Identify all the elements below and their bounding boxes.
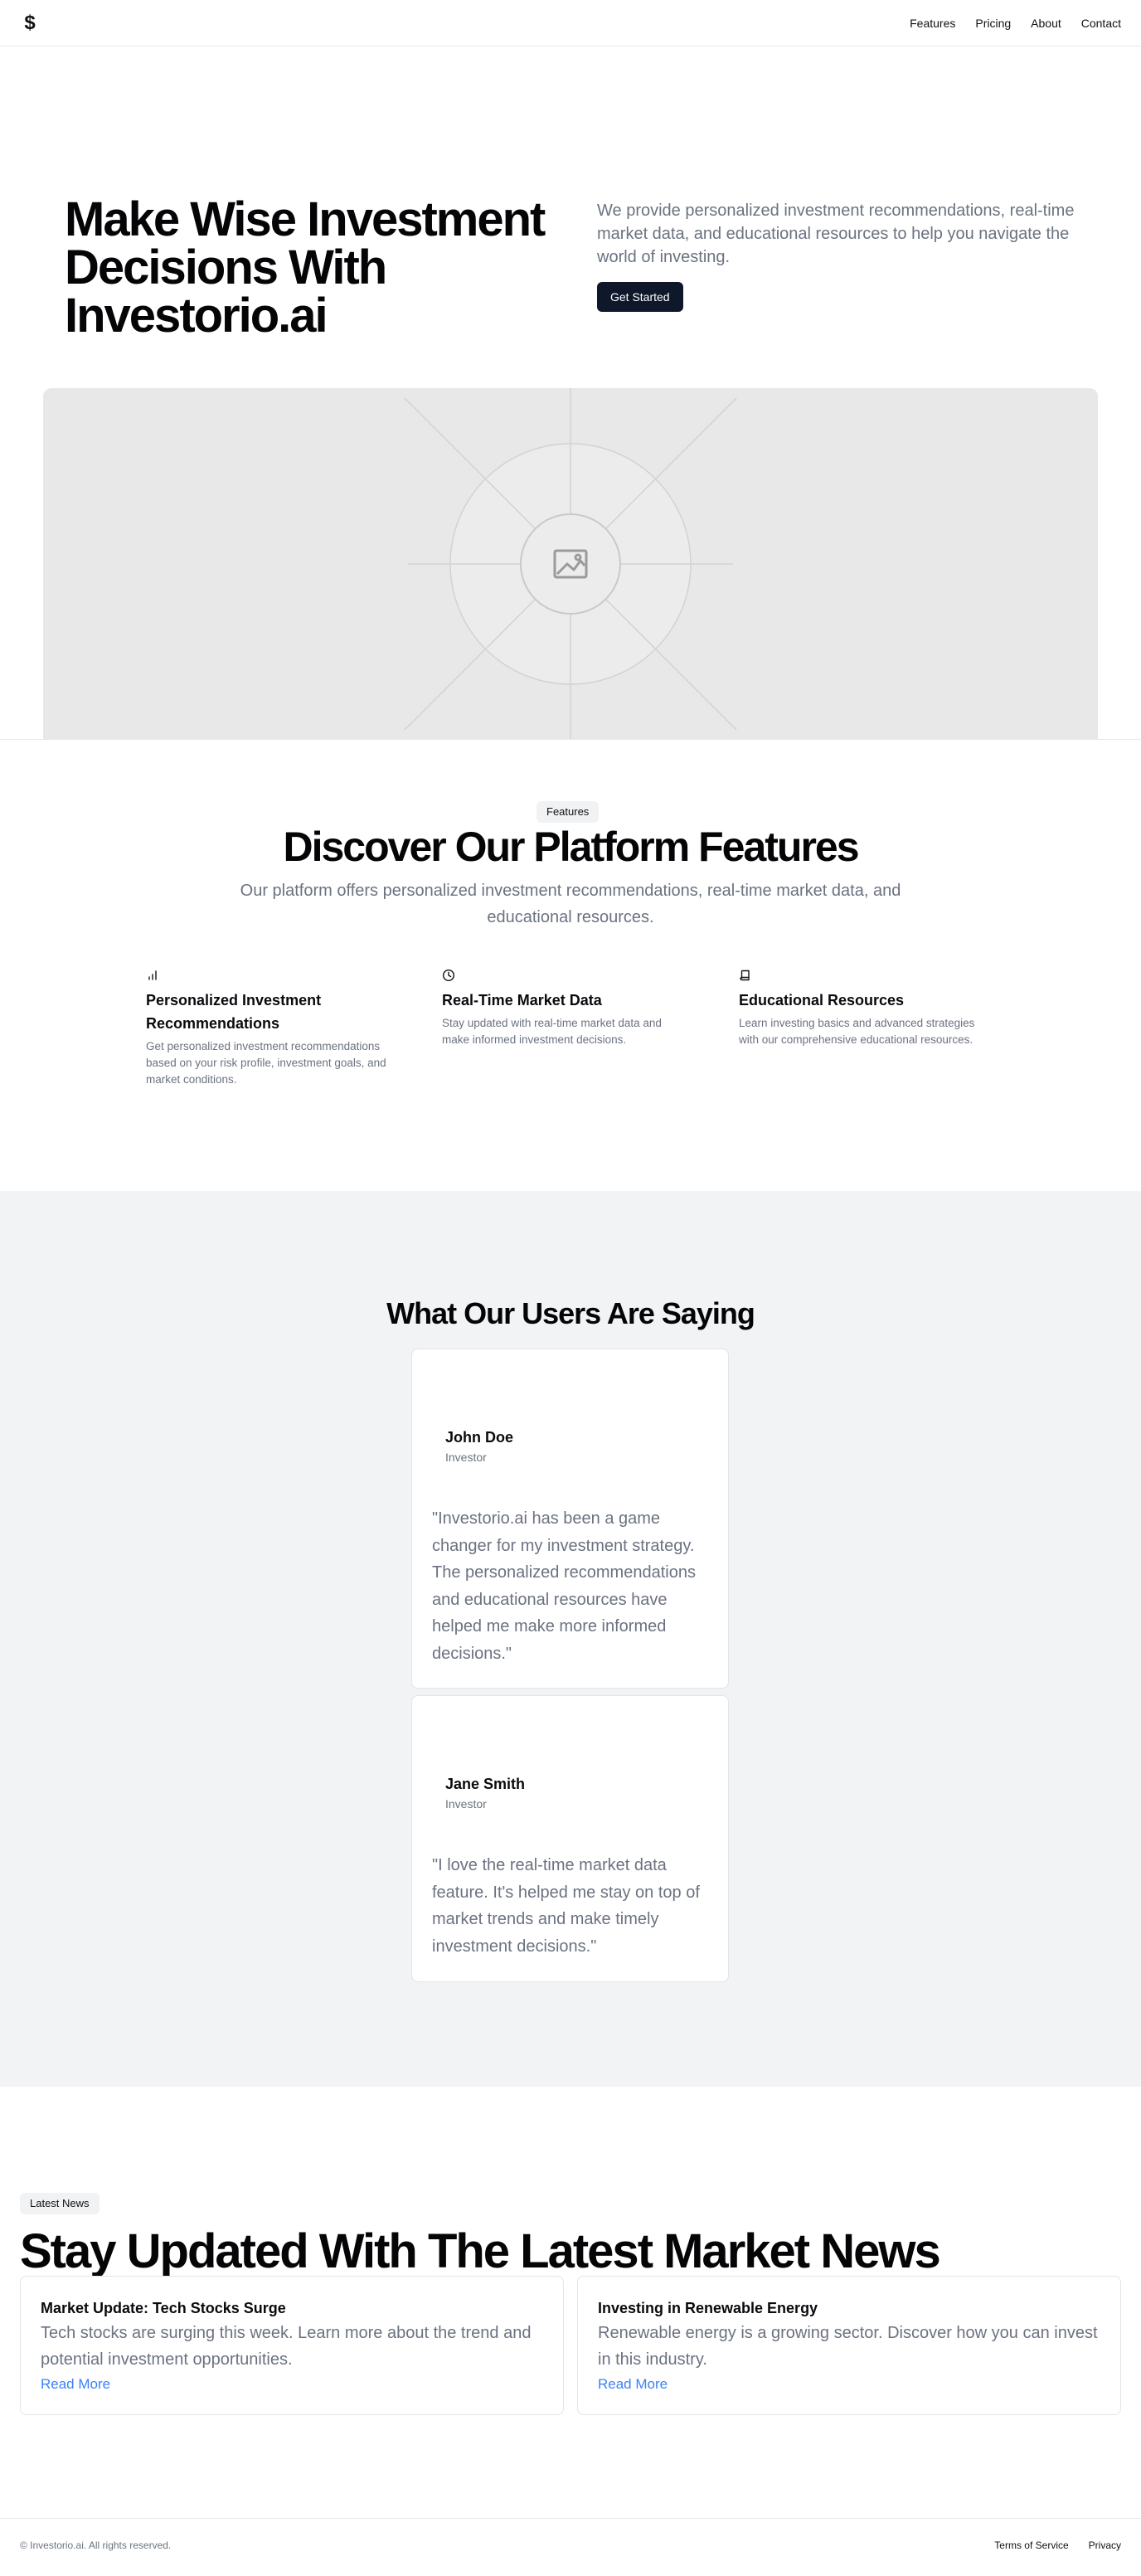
feature-card: Educational Resources Learn investing ba…: [739, 969, 988, 1048]
hero-image-placeholder: [43, 388, 1098, 740]
feature-card: Personalized Investment Recommendations …: [146, 969, 395, 1088]
hero-description: We provide personalized investment recom…: [597, 202, 1075, 266]
features-section: Features Discover Our Platform Features …: [0, 693, 1141, 1191]
feature-description: Stay updated with real-time market data …: [442, 1017, 662, 1046]
privacy-link[interactable]: Privacy: [1089, 2539, 1121, 2552]
nav-link-contact[interactable]: Contact: [1081, 17, 1121, 30]
book-icon: [740, 970, 750, 981]
news-card: Investing in Renewable Energy Renewable …: [577, 2276, 1121, 2415]
features-title: Discover Our Platform Features: [283, 824, 859, 870]
news-badge: Latest News: [20, 2193, 100, 2214]
testimonial-quote: "I love the real-time market data featur…: [432, 1856, 700, 1956]
hero-section: Make Wise Investment Decisions With Inve…: [0, 46, 1141, 740]
feature-description: Learn investing basics and advanced stra…: [739, 1017, 975, 1046]
news-section: Latest News Stay Updated With The Latest…: [0, 2087, 1141, 2518]
footer-links: Terms of Service Privacy: [994, 2539, 1121, 2552]
clock-icon: [442, 969, 455, 982]
feature-title: Real-Time Market Data: [442, 992, 602, 1009]
testimonials-section: What Our Users Are Saying John Doe Inves…: [0, 1191, 1141, 2087]
news-card-title: Market Update: Tech Stocks Surge: [41, 2300, 286, 2316]
copyright-text: © Investorio.ai. All rights reserved.: [20, 2540, 172, 2551]
news-title: Stay Updated With The Latest Market News: [20, 2224, 941, 2278]
terms-link[interactable]: Terms of Service: [994, 2539, 1068, 2552]
image-placeholder-icon: [404, 388, 737, 740]
read-more-link[interactable]: Read More: [41, 2374, 110, 2394]
main-nav: Features Pricing About Contact: [910, 0, 1121, 46]
feature-title: Personalized Investment Recommendations: [146, 992, 322, 1032]
features-subtitle: Our platform offers personalized investm…: [240, 882, 901, 926]
features-badge: Features: [537, 801, 600, 823]
nav-link-pricing[interactable]: Pricing: [975, 17, 1011, 30]
testimonial-card: John Doe Investor "Investorio.ai has bee…: [411, 1349, 729, 1689]
hero-title: Make Wise Investment Decisions With Inve…: [65, 192, 546, 343]
bar-chart-icon: [148, 970, 157, 980]
site-header: $ Features Pricing About Contact: [0, 0, 1141, 46]
read-more-link[interactable]: Read More: [598, 2374, 668, 2394]
dollar-logo-icon[interactable]: $: [20, 12, 40, 35]
site-footer: © Investorio.ai. All rights reserved. Te…: [0, 2518, 1141, 2559]
feature-title: Educational Resources: [739, 992, 905, 1009]
testimonial-quote: "Investorio.ai has been a game changer f…: [432, 1509, 696, 1663]
news-card-description: Tech stocks are surging this week. Learn…: [41, 2324, 532, 2369]
testimonial-name: Jane Smith: [445, 1776, 526, 1792]
testimonial-name: John Doe: [445, 1429, 514, 1446]
testimonial-role: Investor: [445, 1797, 487, 1810]
feature-card: Real-Time Market Data Stay updated with …: [442, 969, 691, 1048]
testimonials-title: What Our Users Are Saying: [386, 1296, 755, 1330]
feature-description: Get personalized investment recommendati…: [146, 1040, 386, 1086]
testimonial-card: Jane Smith Investor "I love the real-tim…: [411, 1695, 729, 1982]
get-started-button[interactable]: Get Started: [597, 282, 683, 312]
testimonial-role: Investor: [445, 1451, 487, 1464]
news-card: Market Update: Tech Stocks Surge Tech st…: [20, 2276, 564, 2415]
news-card-description: Renewable energy is a growing sector. Di…: [598, 2324, 1098, 2369]
nav-link-about[interactable]: About: [1031, 17, 1061, 30]
news-card-title: Investing in Renewable Energy: [598, 2300, 818, 2316]
nav-link-features[interactable]: Features: [910, 17, 955, 30]
